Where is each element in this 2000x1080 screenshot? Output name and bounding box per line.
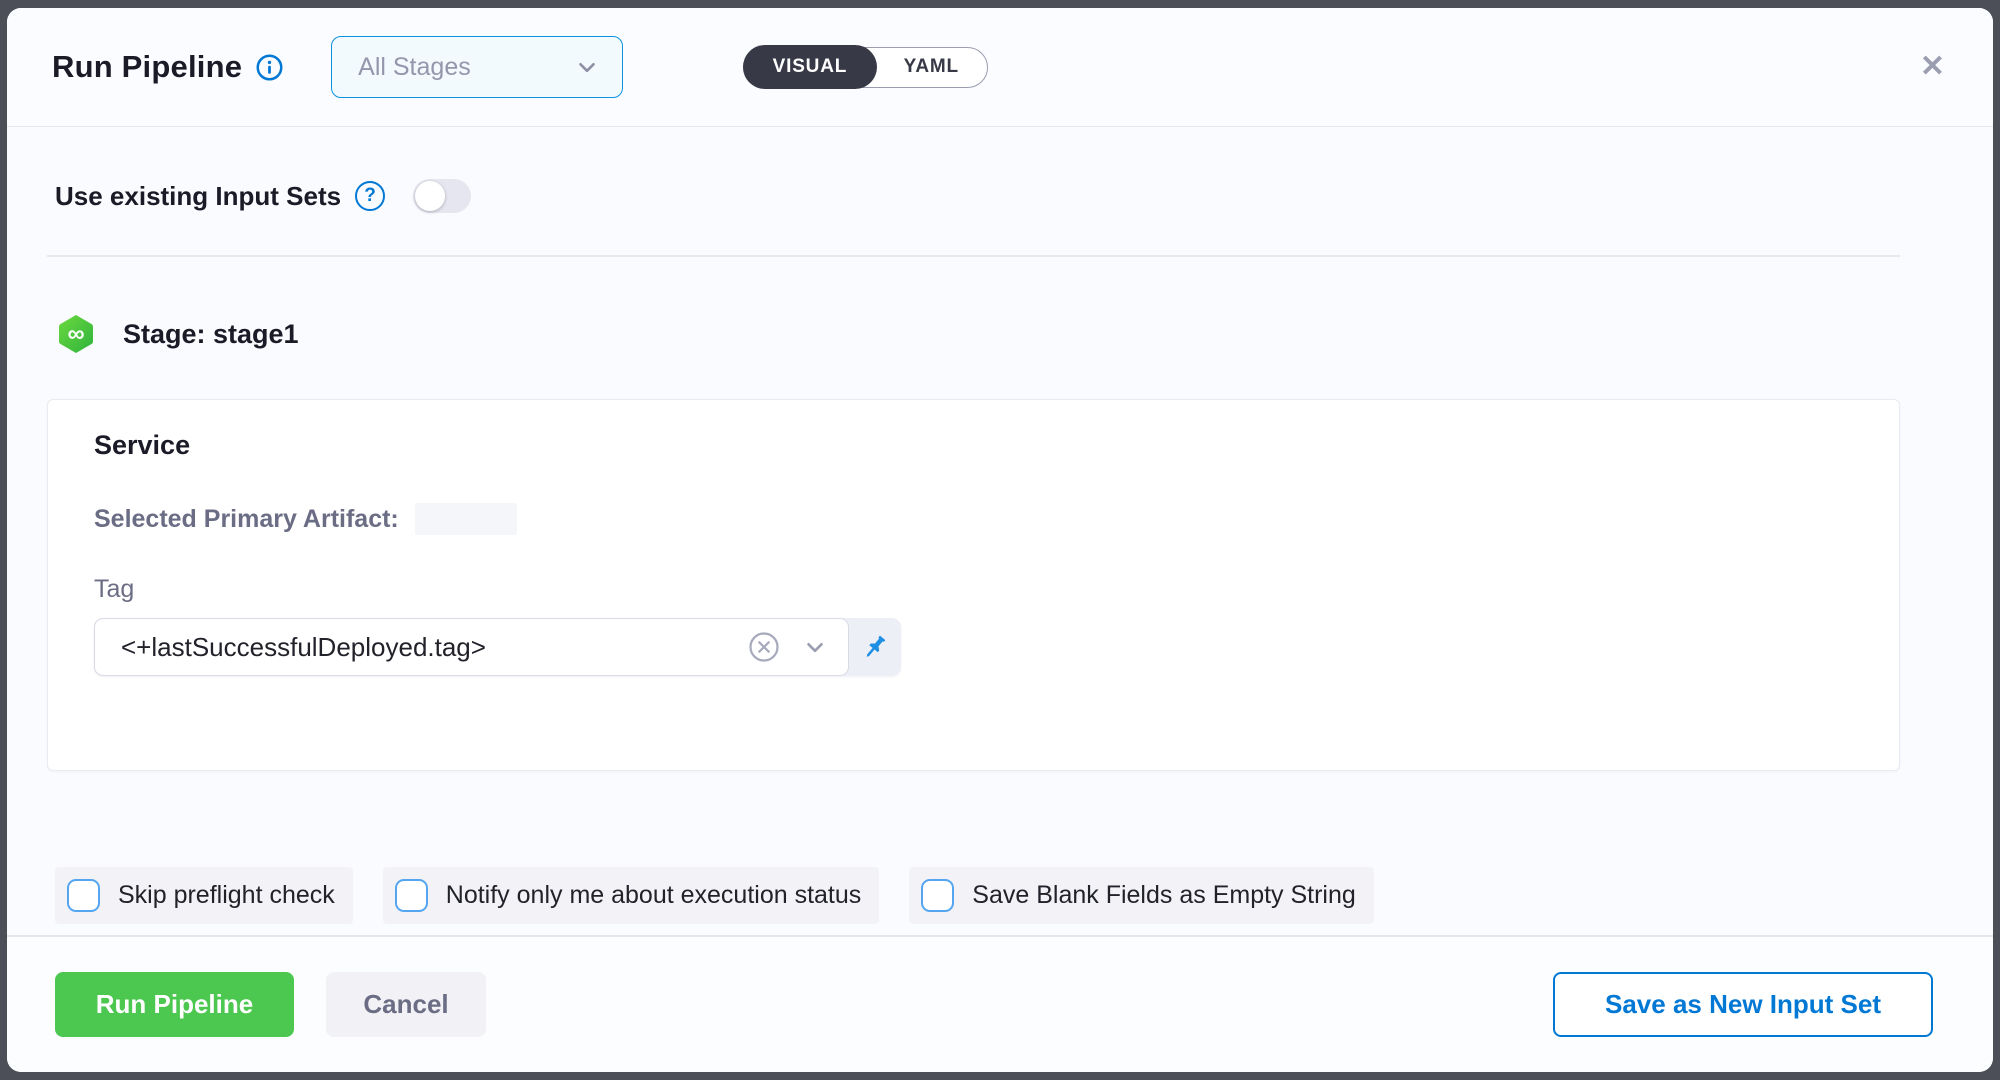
option-label: Save Blank Fields as Empty String	[972, 881, 1356, 910]
checkbox-icon[interactable]	[921, 879, 954, 912]
chevron-down-icon	[574, 54, 600, 80]
modal-header: Run Pipeline All Stages VISUAL YAML ✕	[7, 8, 1993, 127]
tag-input-group	[94, 618, 901, 676]
visual-yaml-toggle: VISUAL YAML	[743, 47, 988, 88]
toggle-knob	[415, 181, 445, 211]
option-notify-only-me[interactable]: Notify only me about execution status	[383, 867, 880, 924]
option-skip-preflight[interactable]: Skip preflight check	[55, 867, 353, 924]
stage-row: ∞ Stage: stage1	[47, 313, 1900, 355]
modal-footer: Run Pipeline Cancel Save as New Input Se…	[7, 935, 1993, 1072]
service-card: Service Selected Primary Artifact: Tag	[47, 399, 1900, 771]
tab-visual[interactable]: VISUAL	[743, 45, 877, 89]
tab-yaml[interactable]: YAML	[876, 47, 987, 88]
stage-label: Stage: stage1	[123, 319, 299, 350]
use-existing-input-sets-label: Use existing Input Sets	[55, 181, 341, 212]
cancel-button[interactable]: Cancel	[326, 972, 486, 1037]
page-title: Run Pipeline	[52, 49, 242, 85]
chevron-down-icon[interactable]	[802, 634, 828, 660]
close-icon[interactable]: ✕	[1920, 52, 1945, 82]
svg-text:∞: ∞	[67, 321, 84, 348]
tag-label: Tag	[94, 575, 1853, 604]
pin-icon[interactable]	[849, 618, 901, 676]
selected-artifact-row: Selected Primary Artifact:	[94, 503, 1853, 535]
checkbox-icon[interactable]	[67, 879, 100, 912]
save-as-new-input-set-button[interactable]: Save as New Input Set	[1553, 972, 1933, 1037]
run-options-row: Skip preflight check Notify only me abou…	[47, 867, 1900, 924]
checkbox-icon[interactable]	[395, 879, 428, 912]
service-card-title: Service	[94, 430, 1853, 461]
info-icon[interactable]	[256, 54, 283, 81]
use-existing-input-sets-row: Use existing Input Sets ?	[47, 179, 1900, 213]
tag-input[interactable]	[121, 632, 748, 663]
stage-select-value: All Stages	[358, 53, 574, 82]
run-pipeline-modal: Run Pipeline All Stages VISUAL YAML ✕ Us…	[7, 8, 1993, 1072]
stage-select-dropdown[interactable]: All Stages	[331, 36, 623, 98]
input-sets-toggle[interactable]	[413, 179, 471, 213]
tag-input-wrapper	[94, 618, 849, 676]
option-save-blank-fields[interactable]: Save Blank Fields as Empty String	[909, 867, 1374, 924]
run-pipeline-button[interactable]: Run Pipeline	[55, 972, 294, 1037]
selected-artifact-value-redacted	[415, 503, 517, 535]
option-label: Notify only me about execution status	[446, 881, 862, 910]
option-label: Skip preflight check	[118, 881, 335, 910]
selected-artifact-label: Selected Primary Artifact:	[94, 505, 399, 534]
section-divider	[47, 255, 1900, 257]
cd-stage-icon: ∞	[55, 313, 97, 355]
modal-body: Use existing Input Sets ? ∞	[7, 127, 1993, 935]
clear-icon[interactable]	[748, 631, 780, 663]
help-icon[interactable]: ?	[355, 181, 385, 211]
